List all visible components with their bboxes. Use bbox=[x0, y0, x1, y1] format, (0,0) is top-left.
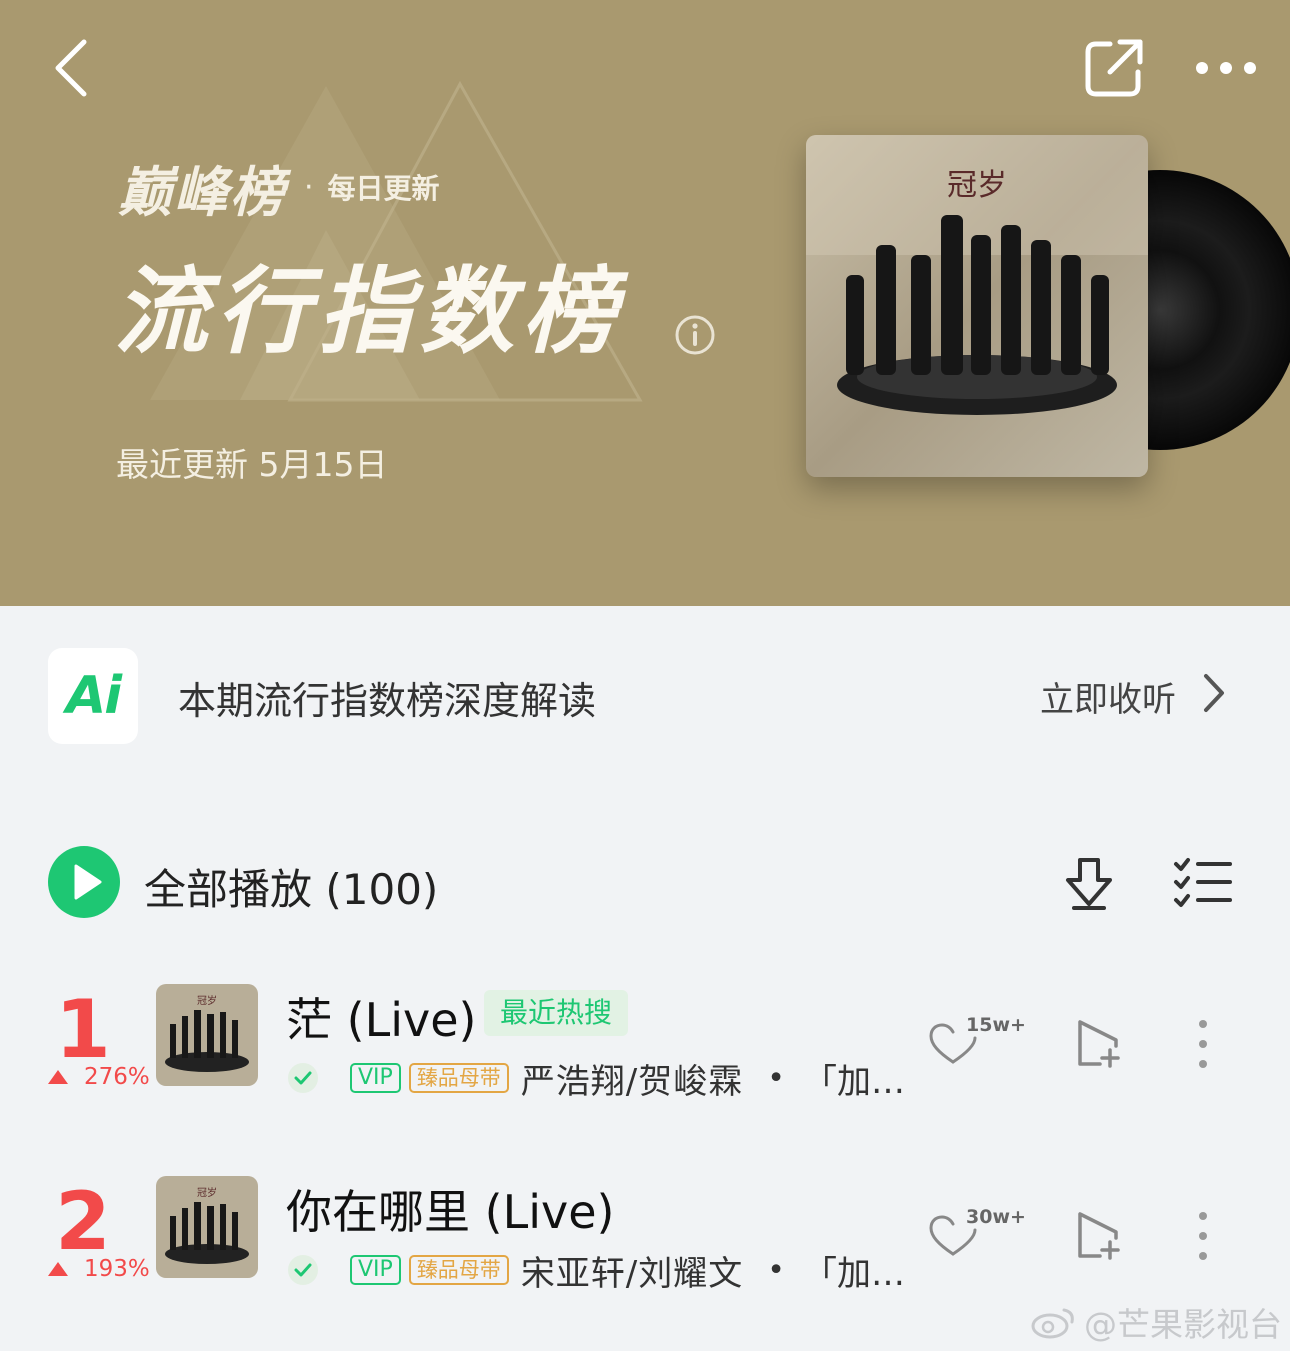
trend-up-icon bbox=[48, 1070, 68, 1084]
svg-text:冠岁: 冠岁 bbox=[197, 1186, 217, 1199]
update-date: 最近更新 5月15日 bbox=[116, 445, 388, 484]
check-icon bbox=[288, 1255, 318, 1285]
svg-text:冠岁: 冠岁 bbox=[947, 168, 1007, 203]
chart-header: 巅峰榜 · 每日更新 流行指数榜 最近更新 5月15日 冠岁 bbox=[0, 0, 1290, 606]
weibo-icon bbox=[1031, 1308, 1074, 1339]
ai-interpretation-bar[interactable]: Ai 本期流行指数榜深度解读 立即收听 bbox=[0, 606, 1290, 786]
song-thumbnail: 冠岁 bbox=[156, 984, 258, 1086]
vip-badge: VIP bbox=[350, 1255, 401, 1285]
meta-separator: • bbox=[767, 1252, 785, 1288]
brand-name: 巅峰榜 bbox=[118, 160, 286, 224]
add-to-playlist-icon[interactable] bbox=[1072, 1018, 1124, 1068]
song-title: 你在哪里 (Live) bbox=[286, 1185, 615, 1239]
more-vertical-icon[interactable] bbox=[1192, 1018, 1214, 1074]
trend-percent: 276% bbox=[84, 1064, 150, 1090]
song-rank: 1 bbox=[55, 983, 111, 1076]
song-title: 茫 (Live) bbox=[286, 993, 477, 1047]
more-vertical-icon[interactable] bbox=[1192, 1210, 1214, 1266]
more-horizontal-icon[interactable] bbox=[1186, 40, 1266, 96]
trend-indicator: 276% bbox=[48, 1064, 150, 1090]
song-artists: 宋亚轩/刘耀文 bbox=[520, 1253, 744, 1294]
like-count: 30w+ bbox=[966, 1206, 1026, 1228]
chevron-left-icon[interactable] bbox=[40, 30, 110, 106]
play-all-label[interactable]: 全部播放 (100) bbox=[144, 856, 438, 917]
play-icon bbox=[74, 864, 102, 900]
song-meta: VIP 臻品母带 宋亚轩/刘耀文 • 「加… bbox=[288, 1248, 905, 1294]
trend-percent: 193% bbox=[84, 1256, 150, 1282]
brand-separator: · bbox=[304, 169, 314, 205]
master-quality-badge: 臻品母带 bbox=[408, 1255, 509, 1285]
chart-title: 流行指数榜 bbox=[114, 258, 625, 367]
like-count: 15w+ bbox=[966, 1014, 1026, 1036]
watermark-text: @芒果影视台 bbox=[1084, 1305, 1282, 1344]
download-icon[interactable] bbox=[1060, 854, 1118, 912]
trend-up-icon bbox=[48, 1262, 68, 1276]
ai-logo-text: Ai bbox=[65, 666, 122, 726]
trend-indicator: 193% bbox=[48, 1256, 150, 1282]
song-meta: VIP 臻品母带 严浩翔/贺峻霖 • 「加… bbox=[288, 1056, 905, 1102]
meta-separator: • bbox=[767, 1060, 785, 1096]
watermark: @芒果影视台 bbox=[1030, 1298, 1282, 1346]
song-row-1[interactable]: 1 276% 冠岁 茫 (Live) 最近热搜 VIP 臻品母带 严浩翔/贺峻霖… bbox=[0, 978, 1290, 1128]
play-all-button[interactable] bbox=[48, 846, 120, 918]
play-all-row: 全部播放 (100) bbox=[0, 838, 1290, 928]
song-album: 「加… bbox=[802, 1061, 905, 1102]
master-quality-badge: 臻品母带 bbox=[408, 1063, 509, 1093]
song-artists: 严浩翔/贺峻霖 bbox=[520, 1061, 744, 1102]
ai-logo: Ai bbox=[48, 648, 138, 744]
song-thumbnail: 冠岁 bbox=[156, 1176, 258, 1278]
svg-text:冠岁: 冠岁 bbox=[197, 994, 217, 1007]
hot-search-tag: 最近热搜 bbox=[484, 990, 629, 1036]
song-album: 「加… bbox=[802, 1253, 905, 1294]
play-all-text: 全部播放 bbox=[144, 865, 313, 914]
play-all-count: (100) bbox=[325, 865, 439, 914]
multi-select-list-icon[interactable] bbox=[1172, 856, 1234, 908]
vip-badge: VIP bbox=[350, 1063, 401, 1093]
info-icon[interactable] bbox=[674, 314, 716, 356]
ai-interpretation-text: 本期流行指数榜深度解读 bbox=[178, 679, 597, 723]
check-icon bbox=[288, 1063, 318, 1093]
song-rank: 2 bbox=[55, 1175, 111, 1268]
album-cover: 冠岁 bbox=[806, 135, 1148, 477]
share-external-icon[interactable] bbox=[1080, 34, 1148, 102]
brand-subtitle: 每日更新 bbox=[327, 172, 440, 205]
chevron-right-icon[interactable] bbox=[1198, 668, 1228, 718]
add-to-playlist-icon[interactable] bbox=[1072, 1210, 1124, 1260]
listen-now-link[interactable]: 立即收听 bbox=[1040, 672, 1176, 721]
brand-line: 巅峰榜 · 每日更新 bbox=[118, 152, 440, 224]
